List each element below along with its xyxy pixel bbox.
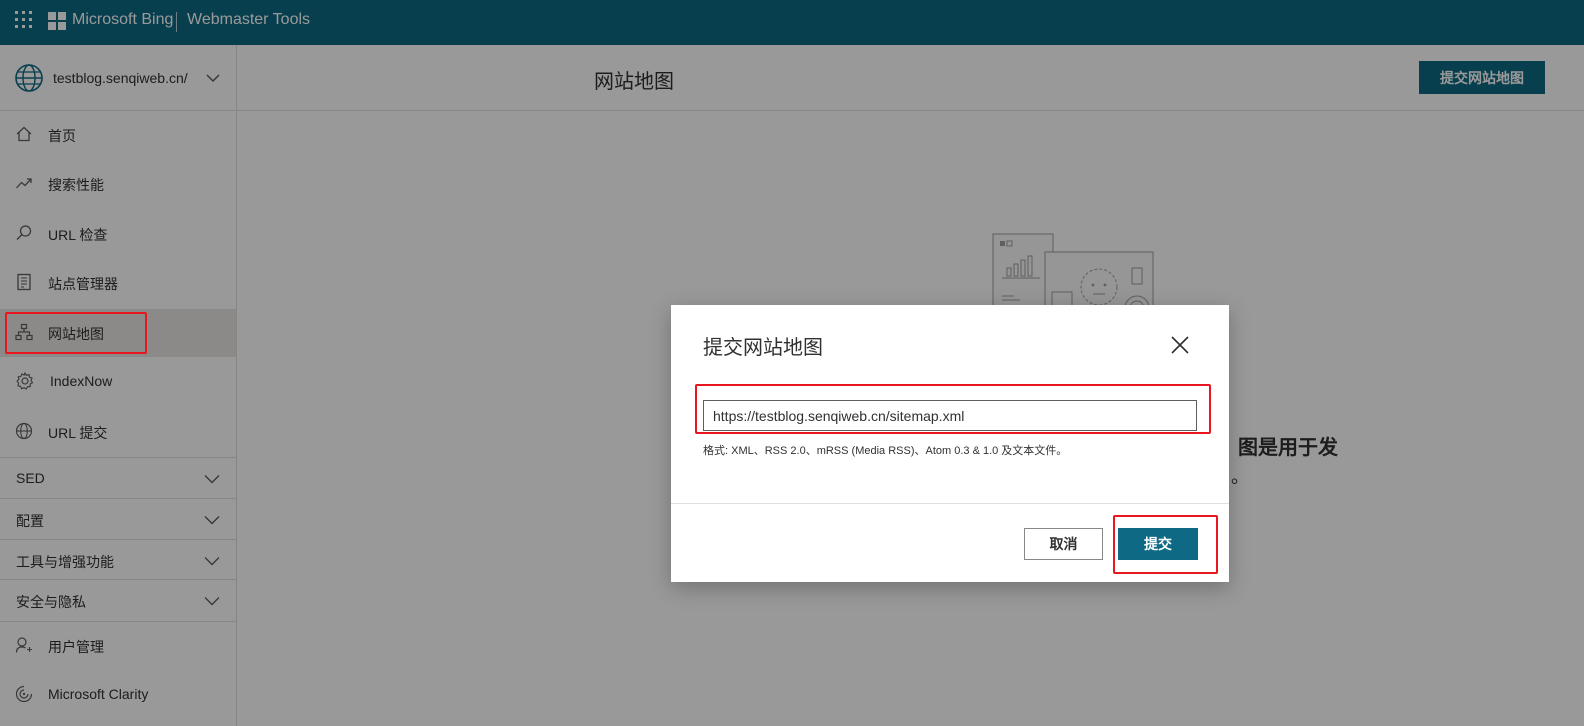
dialog-divider <box>671 503 1229 504</box>
submit-sitemap-dialog: 提交网站地图 格式: XML、RSS 2.0、mRSS (Media RSS)、… <box>671 305 1229 582</box>
format-hint: 格式: XML、RSS 2.0、mRSS (Media RSS)、Atom 0.… <box>703 445 1068 457</box>
cancel-button[interactable]: 取消 <box>1024 528 1103 560</box>
submit-button[interactable]: 提交 <box>1118 528 1198 560</box>
dialog-title: 提交网站地图 <box>703 337 823 359</box>
close-icon[interactable] <box>1170 335 1190 355</box>
sitemap-url-input[interactable] <box>703 400 1197 431</box>
